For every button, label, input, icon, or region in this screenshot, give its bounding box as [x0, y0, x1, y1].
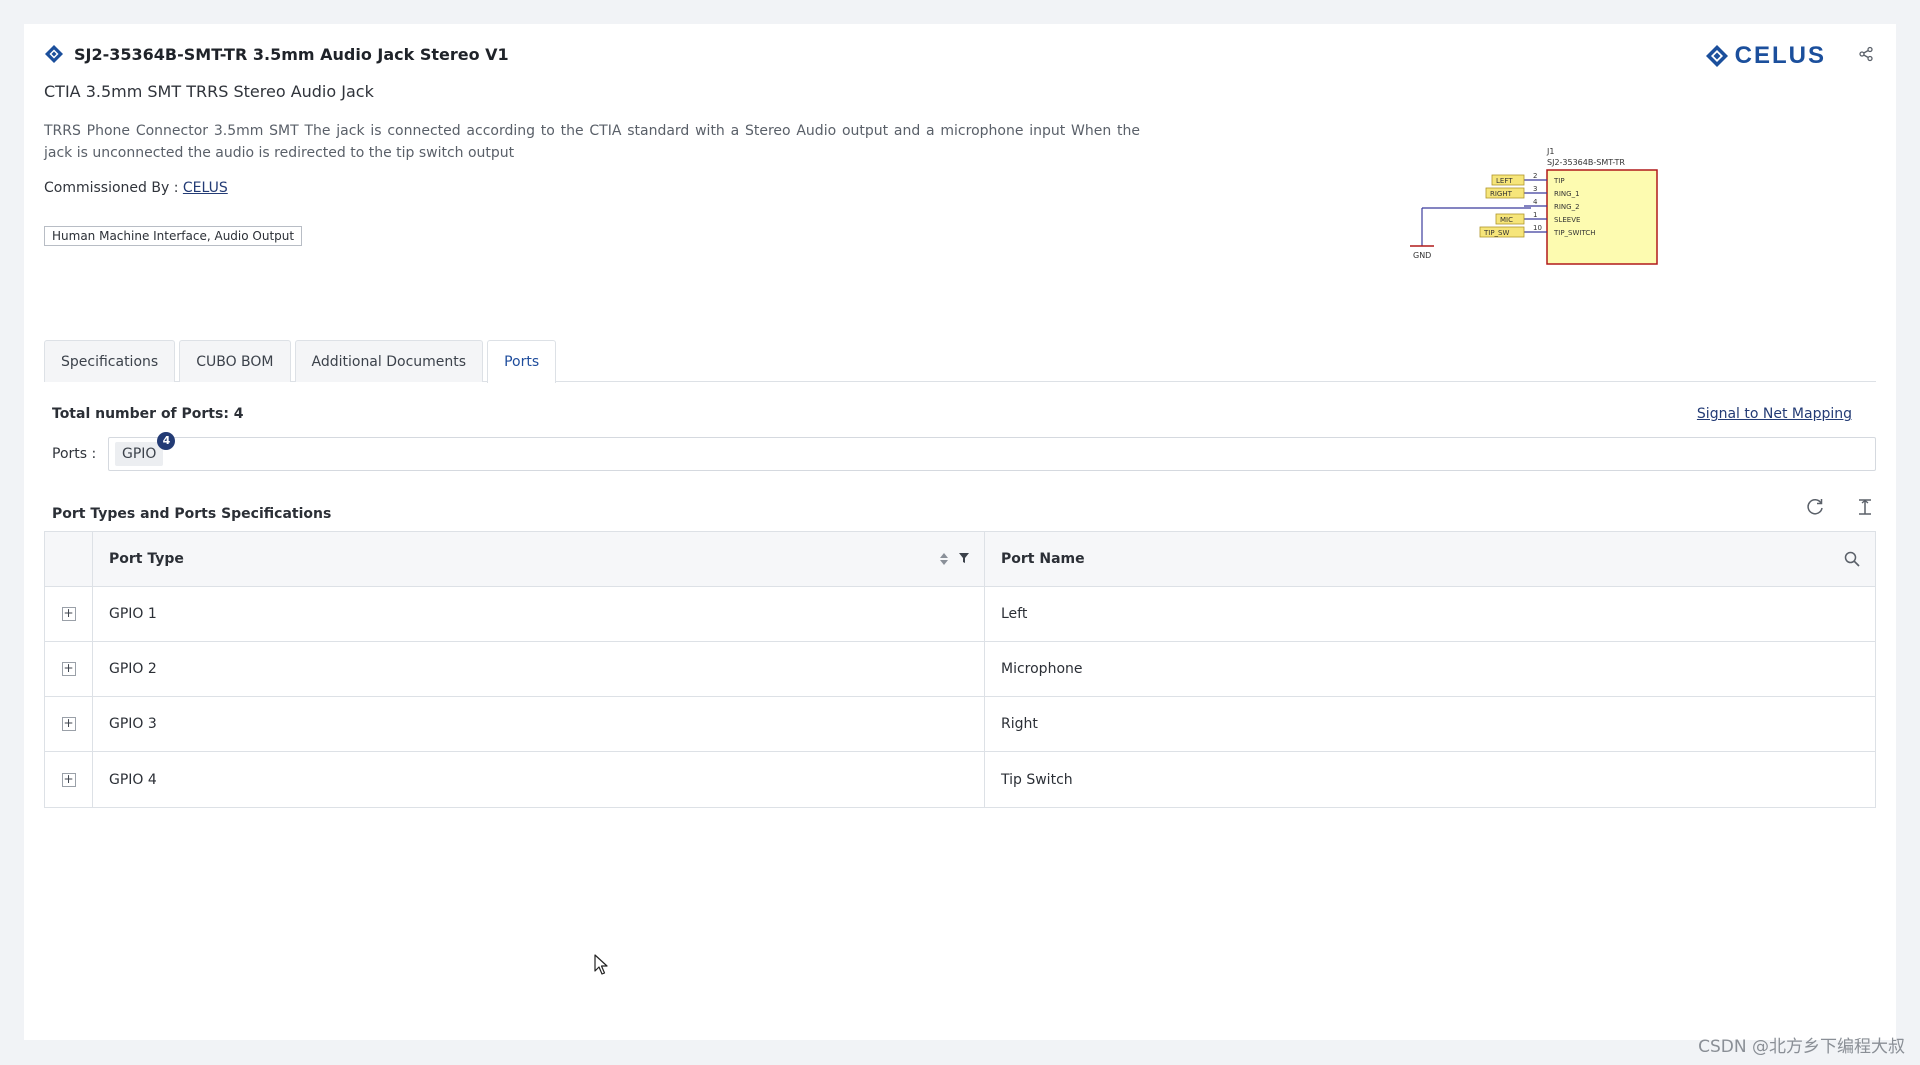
component-card: SJ2-35364B-SMT-TR 3.5mm Audio Jack Stere…: [24, 24, 1896, 1040]
port-type-header-label: Port Type: [109, 551, 184, 567]
signal-to-net-mapping-link[interactable]: Signal to Net Mapping: [1697, 406, 1852, 422]
title-row: SJ2-35364B-SMT-TR 3.5mm Audio Jack Stere…: [44, 44, 509, 64]
sort-icon[interactable]: [938, 551, 950, 567]
expand-cell: +: [45, 587, 93, 641]
port-name-cell: Microphone: [1001, 661, 1083, 677]
page-title: SJ2-35364B-SMT-TR 3.5mm Audio Jack Stere…: [74, 44, 509, 64]
category-tag: Human Machine Interface, Audio Output: [44, 226, 303, 246]
tab-specifications[interactable]: Specifications: [44, 340, 176, 382]
schematic-pin-number: 1: [1533, 211, 1537, 219]
schematic-ref: J1: [1546, 147, 1554, 156]
schematic-net-label: RIGHT: [1490, 190, 1513, 198]
schematic-pin-name: RING_1: [1554, 190, 1580, 198]
schematic-part: SJ2-35364B-SMT-TR: [1547, 158, 1625, 167]
expand-cell: +: [45, 642, 93, 696]
port-name-cell: Tip Switch: [1001, 771, 1073, 788]
subtitle: CTIA 3.5mm SMT TRRS Stereo Audio Jack: [44, 82, 374, 101]
tab-cubo-bom[interactable]: CUBO BOM: [179, 340, 291, 382]
expand-cell: +: [45, 697, 93, 751]
celus-diamond-icon: [1705, 45, 1728, 67]
search-icon[interactable]: [1843, 550, 1861, 568]
port-chip-count-badge: 4: [157, 432, 176, 450]
tab-ports[interactable]: Ports: [487, 340, 557, 383]
schematic-pin-name: SLEEVE: [1554, 216, 1580, 224]
description: TRRS Phone Connector 3.5mm SMT The jack …: [44, 123, 1140, 161]
expand-column-header: [45, 532, 93, 586]
ports-input[interactable]: GPIO 4: [108, 432, 1876, 471]
tab-bar: Specifications CUBO BOM Additional Docum…: [44, 340, 1876, 383]
port-chip-label: GPIO: [122, 446, 157, 462]
commissioned-by: Commissioned By : CELUS: [44, 180, 228, 196]
port-type-cell: GPIO 1: [93, 587, 985, 641]
schematic-net-label: MIC: [1500, 216, 1513, 224]
watermark: CSDN @北方乡下编程大叔: [1698, 1037, 1905, 1057]
schematic-pin-number: 3: [1533, 185, 1537, 193]
filter-icon[interactable]: [958, 552, 970, 564]
share-icon[interactable]: [1858, 46, 1874, 62]
port-type-cell: GPIO 2: [93, 642, 985, 696]
celus-logo: CELUS: [1705, 42, 1826, 70]
table-row[interactable]: + GPIO 1 Left: [45, 587, 1875, 642]
diamond-logo-icon: [45, 45, 63, 63]
section-title: Port Types and Ports Specifications: [52, 506, 332, 522]
table-row[interactable]: + GPIO 4 Tip Switch: [45, 752, 1875, 807]
schematic-net-label: LEFT: [1496, 177, 1513, 185]
collapse-rows-icon[interactable]: [1854, 496, 1876, 518]
schematic-pin-number: 2: [1533, 172, 1537, 180]
table-header: Port Type Port Name: [45, 532, 1875, 587]
schematic-pin-number: 4: [1533, 198, 1538, 206]
commissioned-label: Commissioned By :: [44, 180, 179, 196]
port-type-header[interactable]: Port Type: [93, 532, 985, 586]
ports-table: Port Type Port Name + GPIO 1 Left + GPIO…: [44, 531, 1876, 808]
table-row[interactable]: + GPIO 3 Right: [45, 697, 1875, 752]
port-chip-gpio[interactable]: GPIO 4: [115, 432, 176, 466]
expand-row-button[interactable]: +: [61, 607, 76, 621]
tab-additional-documents[interactable]: Additional Documents: [294, 340, 484, 382]
mouse-cursor-icon: [594, 954, 608, 975]
port-name-cell: Right: [1001, 716, 1038, 732]
expand-row-button[interactable]: +: [61, 772, 76, 787]
expand-row-button[interactable]: +: [61, 717, 76, 731]
schematic-net-label: TIP_SW: [1483, 229, 1510, 237]
ports-label: Ports :: [52, 446, 97, 462]
port-name-header-label: Port Name: [1001, 551, 1085, 567]
schematic-symbol: J1 SJ2-35364B-SMT-TR 2 TIP LEFT 3 RING_1 RIGH…: [1410, 147, 1658, 265]
schematic-pin-name: TIP: [1553, 177, 1565, 185]
total-ports: Total number of Ports: 4: [52, 406, 244, 422]
port-type-cell: GPIO 4: [93, 752, 985, 807]
schematic-pin-number: 10: [1533, 224, 1542, 232]
expand-cell: +: [45, 752, 93, 807]
schematic-pin-name: TIP_SWITCH: [1553, 229, 1596, 237]
port-name-header[interactable]: Port Name: [985, 532, 1875, 586]
port-name-cell: Left: [1001, 606, 1028, 622]
schematic-pin-name: RING_2: [1554, 203, 1580, 211]
port-type-cell: GPIO 3: [93, 697, 985, 751]
logo-text: CELUS: [1734, 42, 1826, 69]
table-row[interactable]: + GPIO 2 Microphone: [45, 642, 1875, 697]
expand-row-button[interactable]: +: [61, 662, 76, 676]
commissioned-by-link[interactable]: CELUS: [183, 180, 228, 196]
ground-label: GND: [1413, 251, 1431, 260]
refresh-icon[interactable]: [1804, 496, 1826, 518]
